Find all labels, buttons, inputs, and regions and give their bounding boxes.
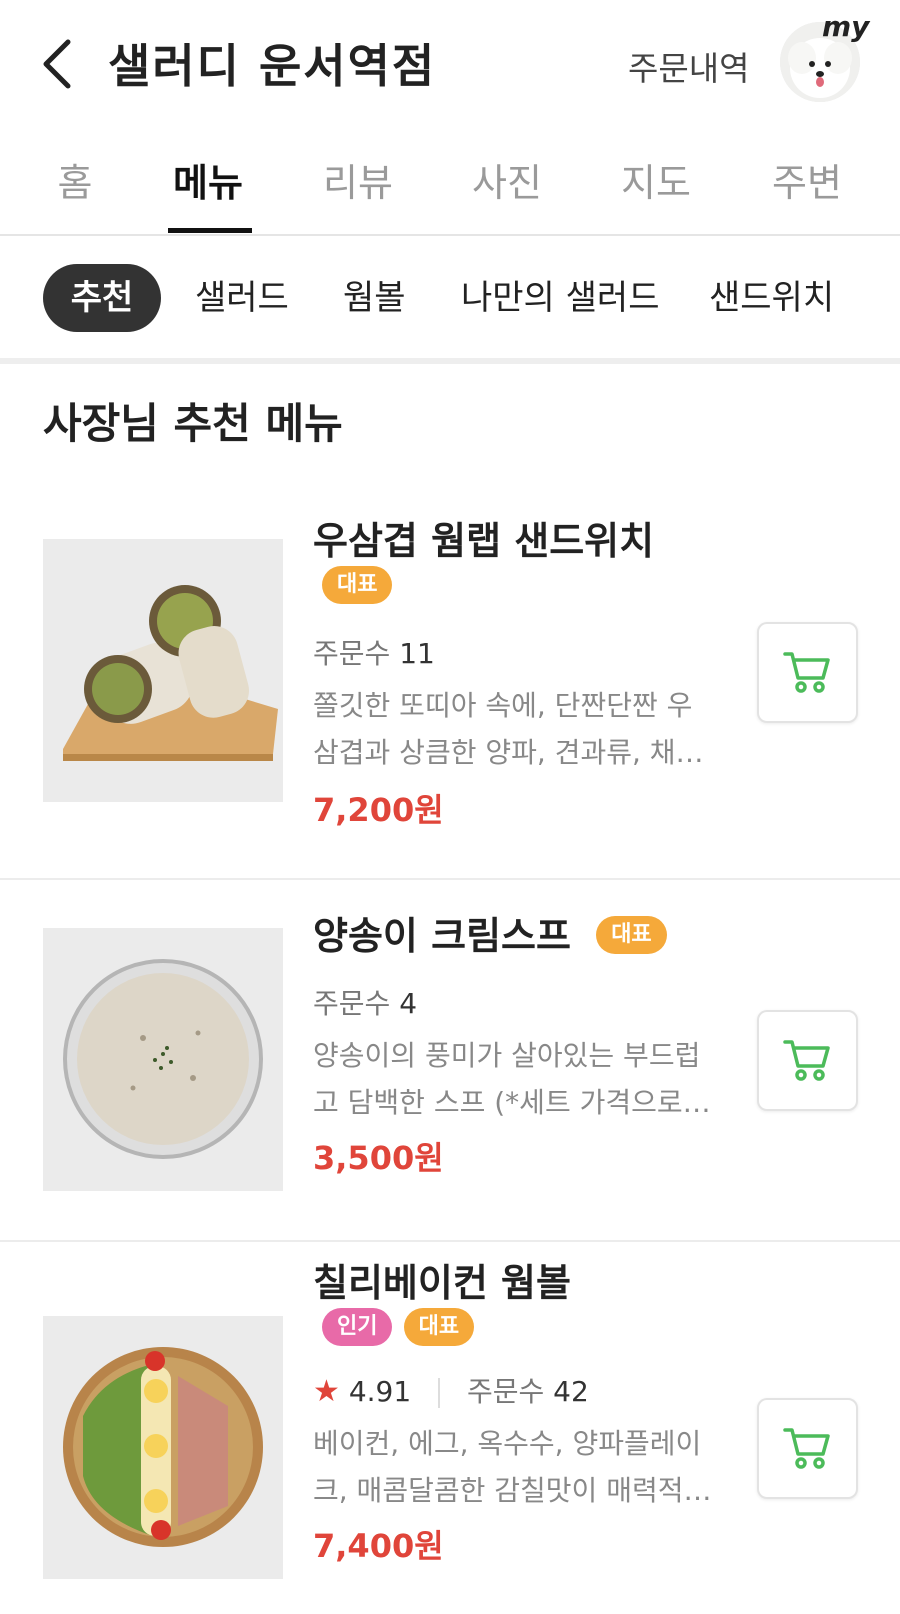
item-description-line: 쫄깃한 또띠아 속에, 단짠단짠 우 <box>313 689 693 722</box>
star-icon: ★ <box>313 1374 340 1409</box>
order-history-link[interactable]: 주문내역 <box>628 42 749 90</box>
add-to-cart-button[interactable] <box>757 622 858 723</box>
badge-popular: 인기 <box>322 1308 393 1346</box>
chip-sandwich[interactable]: 샌드위치 <box>709 264 834 332</box>
tab-photos[interactable]: 사진 <box>472 152 542 207</box>
tab-reviews[interactable]: 리뷰 <box>323 152 393 207</box>
item-description-line: 삼겹과 상큼한 양파, 견과류, 채… <box>313 736 704 769</box>
item-name: 우삼겹 웜랩 샌드위치 <box>313 519 655 563</box>
item-price: 3,500원 <box>313 1139 444 1177</box>
tab-menu[interactable]: 메뉴 <box>173 152 243 207</box>
item-divider <box>0 1240 900 1242</box>
active-tab-indicator <box>168 228 252 233</box>
section-title: 사장님 추천 메뉴 <box>43 399 343 448</box>
cart-icon <box>783 652 830 693</box>
store-tabs: 홈 메뉴 리뷰 사진 지도 주변 <box>0 140 900 236</box>
item-description: 베이컨, 에그, 옥수수, 양파플레이 크, 매콤달콤한 감칠맛이 매력적… <box>313 1420 713 1514</box>
tab-home[interactable]: 홈 <box>58 152 93 207</box>
item-order-count: 주문수 4 <box>313 982 417 1022</box>
tab-nearby[interactable]: 주변 <box>772 152 842 207</box>
order-count-value: 11 <box>399 637 435 670</box>
chip-warm-bowl[interactable]: 웜볼 <box>343 264 406 332</box>
item-photo-wrap-sandwich <box>43 539 283 802</box>
item-divider <box>0 878 900 880</box>
item-description-line: 크, 매콤달콤한 감칠맛이 매력적… <box>313 1474 712 1507</box>
item-price: 7,200원 <box>313 791 444 829</box>
back-arrow-icon[interactable] <box>38 36 78 92</box>
item-description: 양송이의 풍미가 살아있는 부드럽 고 담백한 스프 (*세트 가격으로… <box>313 1032 713 1126</box>
item-name: 칠리베이컨 웜볼 <box>313 1261 571 1305</box>
chip-my-salad[interactable]: 나만의 샐러드 <box>461 264 660 332</box>
item-name-row: 양송이 크림스프 대표 <box>313 905 667 960</box>
rating-value: 4.91 <box>348 1375 412 1408</box>
cart-icon <box>783 1428 830 1469</box>
tab-map[interactable]: 지도 <box>621 152 691 207</box>
item-price: 7,400원 <box>313 1527 444 1565</box>
item-description-line: 베이컨, 에그, 옥수수, 양파플레이 <box>313 1427 702 1460</box>
order-count-value: 4 <box>399 987 418 1020</box>
order-count-label: 주문수 <box>466 1375 545 1408</box>
item-badges: 대표 <box>322 566 393 604</box>
cart-icon <box>783 1040 830 1081</box>
order-count-value: 42 <box>553 1375 589 1408</box>
add-to-cart-button[interactable] <box>757 1398 858 1499</box>
chip-salad[interactable]: 샐러드 <box>195 264 289 332</box>
item-photo-wrap-soup <box>43 928 283 1191</box>
top-bar: 샐러디 운서역점 주문내역 my <box>0 0 900 130</box>
item-rating-order: ★ 4.91 주문수 42 <box>313 1370 589 1410</box>
add-to-cart-button[interactable] <box>757 1010 858 1111</box>
my-label: my <box>822 10 870 43</box>
order-count-label: 주문수 <box>313 637 391 670</box>
item-photo-wrap-bowl <box>43 1316 283 1579</box>
order-count-label: 주문수 <box>313 987 391 1020</box>
category-chips: 추천 샐러드 웜볼 나만의 샐러드 샌드위치 <box>0 236 900 364</box>
item-name: 양송이 크림스프 <box>313 914 571 958</box>
badge-representative: 대표 <box>322 566 393 604</box>
item-badges: 인기 대표 <box>322 1308 475 1346</box>
item-description-line: 고 담백한 스프 (*세트 가격으로… <box>313 1086 711 1119</box>
item-description-line: 양송이의 풍미가 살아있는 부드럽 <box>313 1039 701 1072</box>
chip-recommended[interactable]: 추천 <box>43 264 161 332</box>
store-title: 샐러디 운서역점 <box>108 39 437 93</box>
badge-representative: 대표 <box>596 915 667 954</box>
item-order-count: 주문수 11 <box>313 632 435 672</box>
meta-divider <box>438 1378 441 1408</box>
badge-representative: 대표 <box>403 1308 475 1346</box>
item-description: 쫄깃한 또띠아 속에, 단짠단짠 우 삼겹과 상큼한 양파, 견과류, 채… <box>313 682 713 776</box>
